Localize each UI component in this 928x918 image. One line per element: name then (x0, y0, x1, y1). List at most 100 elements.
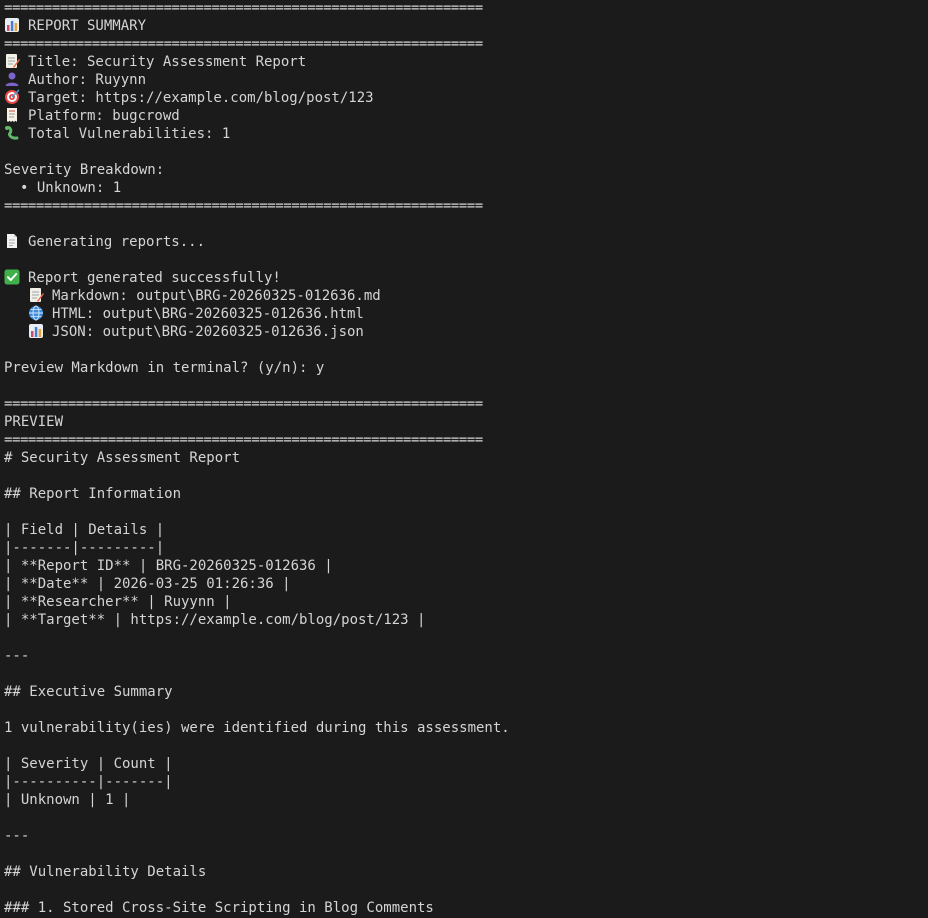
output-line: |----------|-------| (4, 773, 924, 791)
separator-rule: ========================================… (4, 35, 924, 53)
line-text: |-------|---------| (4, 540, 165, 556)
line-text: Target: https://example.com/blog/post/12… (28, 90, 374, 106)
separator-rule: ========================================… (4, 395, 924, 413)
line-text: Total Vulnerabilities: 1 (28, 126, 231, 142)
line-text: ### 1. Stored Cross-Site Scripting in Bl… (4, 900, 434, 916)
separator-rule: ========================================… (4, 197, 924, 215)
line-text: | Field | Details | (4, 522, 165, 538)
target-icon (4, 89, 20, 105)
bar-chart-icon (4, 17, 20, 33)
output-line: Markdown: output\BRG-20260325-012636.md (4, 287, 924, 305)
output-line: Platform: bugcrowd (4, 107, 924, 125)
output-line: # Security Assessment Report (4, 449, 924, 467)
line-text: ## Vulnerability Details (4, 864, 207, 880)
output-line: Target: https://example.com/blog/post/12… (4, 89, 924, 107)
rule-text: ========================================… (4, 0, 483, 16)
line-text: | Severity | Count | (4, 756, 173, 772)
output-line: Title: Security Assessment Report (4, 53, 924, 71)
line-text: • Unknown: 1 (20, 180, 122, 196)
line-text: | **Report ID** | BRG-20260325-012636 | (4, 558, 333, 574)
terminal-output[interactable]: ========================================… (4, 0, 924, 917)
output-line: --- (4, 827, 924, 845)
line-text: # Security Assessment Report (4, 450, 241, 466)
output-line: PREVIEW (4, 413, 924, 431)
output-line: Report generated successfully! (4, 269, 924, 287)
check-icon (4, 269, 20, 285)
separator-rule: ========================================… (4, 0, 924, 17)
line-text: Platform: bugcrowd (28, 108, 180, 124)
memo-icon (4, 53, 20, 69)
user-icon (4, 71, 20, 87)
output-line: Author: Ruyynn (4, 71, 924, 89)
output-line: | **Researcher** | Ruyynn | (4, 593, 924, 611)
output-line: | **Report ID** | BRG-20260325-012636 | (4, 557, 924, 575)
output-line: | Unknown | 1 | (4, 791, 924, 809)
line-text: --- (4, 648, 30, 664)
output-line: Preview Markdown in terminal? (y/n): y (4, 359, 924, 377)
output-line: | **Date** | 2026-03-25 01:26:36 | (4, 575, 924, 593)
output-line: ## Vulnerability Details (4, 863, 924, 881)
line-text: HTML: output\BRG-20260325-012636.html (52, 306, 364, 322)
output-line: ## Report Information (4, 485, 924, 503)
line-text: | **Date** | 2026-03-25 01:26:36 | (4, 576, 291, 592)
output-line: Total Vulnerabilities: 1 (4, 125, 924, 143)
line-text: Severity Breakdown: (4, 162, 165, 178)
line-text: | **Researcher** | Ruyynn | (4, 594, 232, 610)
rule-text: ========================================… (4, 36, 483, 52)
output-line: | Field | Details | (4, 521, 924, 539)
rule-text: ========================================… (4, 432, 483, 448)
line-text: Title: Security Assessment Report (28, 54, 307, 70)
document-icon (4, 233, 20, 249)
worm-icon (4, 125, 20, 141)
output-line: JSON: output\BRG-20260325-012636.json (4, 323, 924, 341)
output-line: Generating reports... (4, 233, 924, 251)
line-text: |----------|-------| (4, 774, 173, 790)
output-line: ### 1. Stored Cross-Site Scripting in Bl… (4, 899, 924, 917)
line-text: Markdown: output\BRG-20260325-012636.md (52, 288, 381, 304)
line-text: Author: Ruyynn (28, 72, 147, 88)
receipt-icon (4, 107, 20, 123)
output-line: |-------|---------| (4, 539, 924, 557)
line-text: 1 vulnerability(ies) were identified dur… (4, 720, 510, 736)
output-line: REPORT SUMMARY (4, 17, 924, 35)
separator-rule: ========================================… (4, 431, 924, 449)
output-line: ## Executive Summary (4, 683, 924, 701)
line-text: Report generated successfully! (28, 270, 281, 286)
output-line: | **Target** | https://example.com/blog/… (4, 611, 924, 629)
output-line: 1 vulnerability(ies) were identified dur… (4, 719, 924, 737)
line-text: Preview Markdown in terminal? (y/n): y (4, 360, 325, 376)
rule-text: ========================================… (4, 198, 483, 214)
rule-text: ========================================… (4, 396, 483, 412)
line-text: | **Target** | https://example.com/blog/… (4, 612, 426, 628)
line-text: --- (4, 828, 30, 844)
memo-icon (28, 287, 44, 303)
output-line: HTML: output\BRG-20260325-012636.html (4, 305, 924, 323)
line-text: PREVIEW (4, 414, 64, 430)
output-line: | Severity | Count | (4, 755, 924, 773)
line-text: JSON: output\BRG-20260325-012636.json (52, 324, 364, 340)
line-text: ## Executive Summary (4, 684, 173, 700)
line-text: REPORT SUMMARY (28, 18, 147, 34)
line-text: | Unknown | 1 | (4, 792, 131, 808)
bar-chart-icon (28, 323, 44, 339)
globe-icon (28, 305, 44, 321)
line-text: Generating reports... (28, 234, 206, 250)
output-line: Severity Breakdown: (4, 161, 924, 179)
output-line: --- (4, 647, 924, 665)
line-text: ## Report Information (4, 486, 182, 502)
output-line: • Unknown: 1 (4, 179, 924, 197)
